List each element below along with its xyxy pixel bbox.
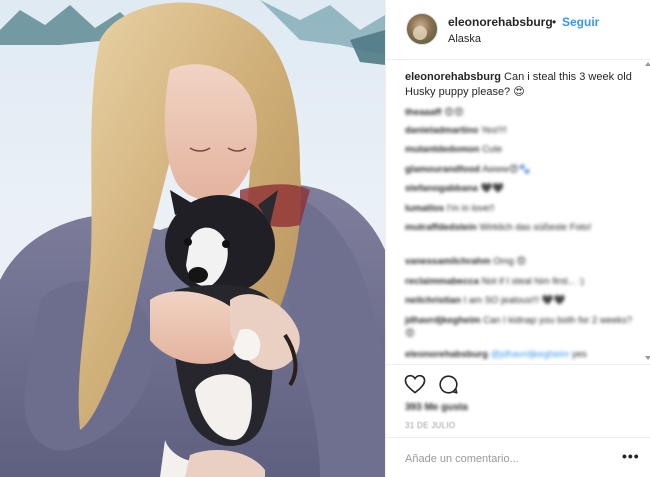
follow-button[interactable]: Seguir: [562, 15, 599, 29]
likes-count[interactable]: 393 Me gusta: [405, 402, 468, 413]
comment-text: Not if I steal him first... :): [481, 276, 585, 287]
photo-illustration: [0, 0, 385, 477]
comment-username[interactable]: lumatlos: [405, 203, 444, 214]
header-separator: •: [552, 15, 557, 29]
post-actions: 393 Me gusta 31 DE JULIO: [386, 365, 650, 445]
comment-input[interactable]: [405, 451, 605, 467]
comment-username[interactable]: theaaaff: [405, 107, 441, 118]
comment-text: Awww😍🐾: [482, 164, 531, 175]
location-link[interactable]: Alaska: [448, 33, 481, 45]
comments-list[interactable]: eleonorehabsburg Can i steal this 3 week…: [386, 60, 650, 365]
post-caption: eleonorehabsburg Can i steal this 3 week…: [405, 70, 633, 100]
comment-username[interactable]: glamourandfood: [405, 164, 480, 175]
scroll-up-arrow-icon[interactable]: [645, 62, 650, 66]
comment-text: 😍😍: [444, 107, 464, 118]
comment-item: theaaaff 😍😍: [405, 106, 635, 119]
add-comment-bar: •••: [386, 437, 650, 477]
post-side-panel: eleonorehabsburg • Seguir Alaska eleonor…: [385, 0, 650, 477]
comment-username[interactable]: stefanogabbana: [405, 183, 478, 194]
comment-text: Yes!!!!: [480, 125, 507, 136]
comment-username[interactable]: mutraffdedstein: [405, 222, 477, 233]
comment-text: I am SO jealous!!! 🖤🖤: [463, 295, 566, 306]
comment-text: 🖤🖤: [480, 183, 505, 194]
comment-item: lumatlos I'm in love!!: [405, 202, 635, 215]
comment-item: reclaimmabecca Not if I steal him first.…: [405, 275, 635, 288]
scroll-down-arrow-icon[interactable]: [645, 356, 650, 360]
comment-username[interactable]: reclaimmabecca: [405, 276, 479, 287]
comment-username[interactable]: vanessamilchrahm: [405, 256, 491, 267]
comment-text: Wirklich das süßeste Foto!: [479, 222, 592, 233]
post-header: eleonorehabsburg • Seguir Alaska: [386, 0, 650, 60]
user-avatar[interactable]: [406, 13, 438, 45]
comment-username[interactable]: jdhavrdjkegheim: [405, 315, 481, 326]
comment-username[interactable]: neilchristian: [405, 295, 461, 306]
comment-icon[interactable]: [438, 374, 459, 400]
comment-item: danieladmartino Yes!!!!: [405, 124, 635, 137]
comment-text: I'm in love!!: [446, 203, 495, 214]
comment-username[interactable]: danieladmartino: [405, 125, 478, 136]
comment-username[interactable]: eleonorehabsburg: [405, 349, 488, 360]
comment-item: mutraffdedstein Wirklich das süßeste Fot…: [405, 221, 635, 234]
comment-mention[interactable]: @jdhavrdjkegheim: [491, 349, 570, 360]
comment-item: vanessamilchrahm Omg 😍: [405, 255, 635, 268]
comment-text: Cute: [482, 144, 503, 155]
comment-text: Omg 😍: [493, 256, 527, 267]
comment-item: mutantdedomon Cute: [405, 143, 635, 156]
comment-item: glamourandfood Awww😍🐾: [405, 163, 635, 176]
caption-username[interactable]: eleonorehabsburg: [405, 71, 501, 83]
more-options-icon[interactable]: •••: [622, 448, 640, 464]
comment-item: jdhavrdjkegheim Can I kidnap you both fo…: [405, 314, 635, 340]
comment-item: stefanogabbana 🖤🖤: [405, 182, 635, 195]
heart-icon[interactable]: [404, 374, 426, 399]
header-username[interactable]: eleonorehabsburg: [448, 15, 553, 29]
post-date: 31 DE JULIO: [405, 421, 456, 430]
comment-text: yes: [571, 349, 587, 360]
post-photo[interactable]: [0, 0, 385, 477]
comment-item: eleonorehabsburg @jdhavrdjkegheim yes: [405, 348, 635, 361]
comment-username[interactable]: mutantdedomon: [405, 144, 479, 155]
comment-item: neilchristian I am SO jealous!!! 🖤🖤: [405, 294, 635, 307]
